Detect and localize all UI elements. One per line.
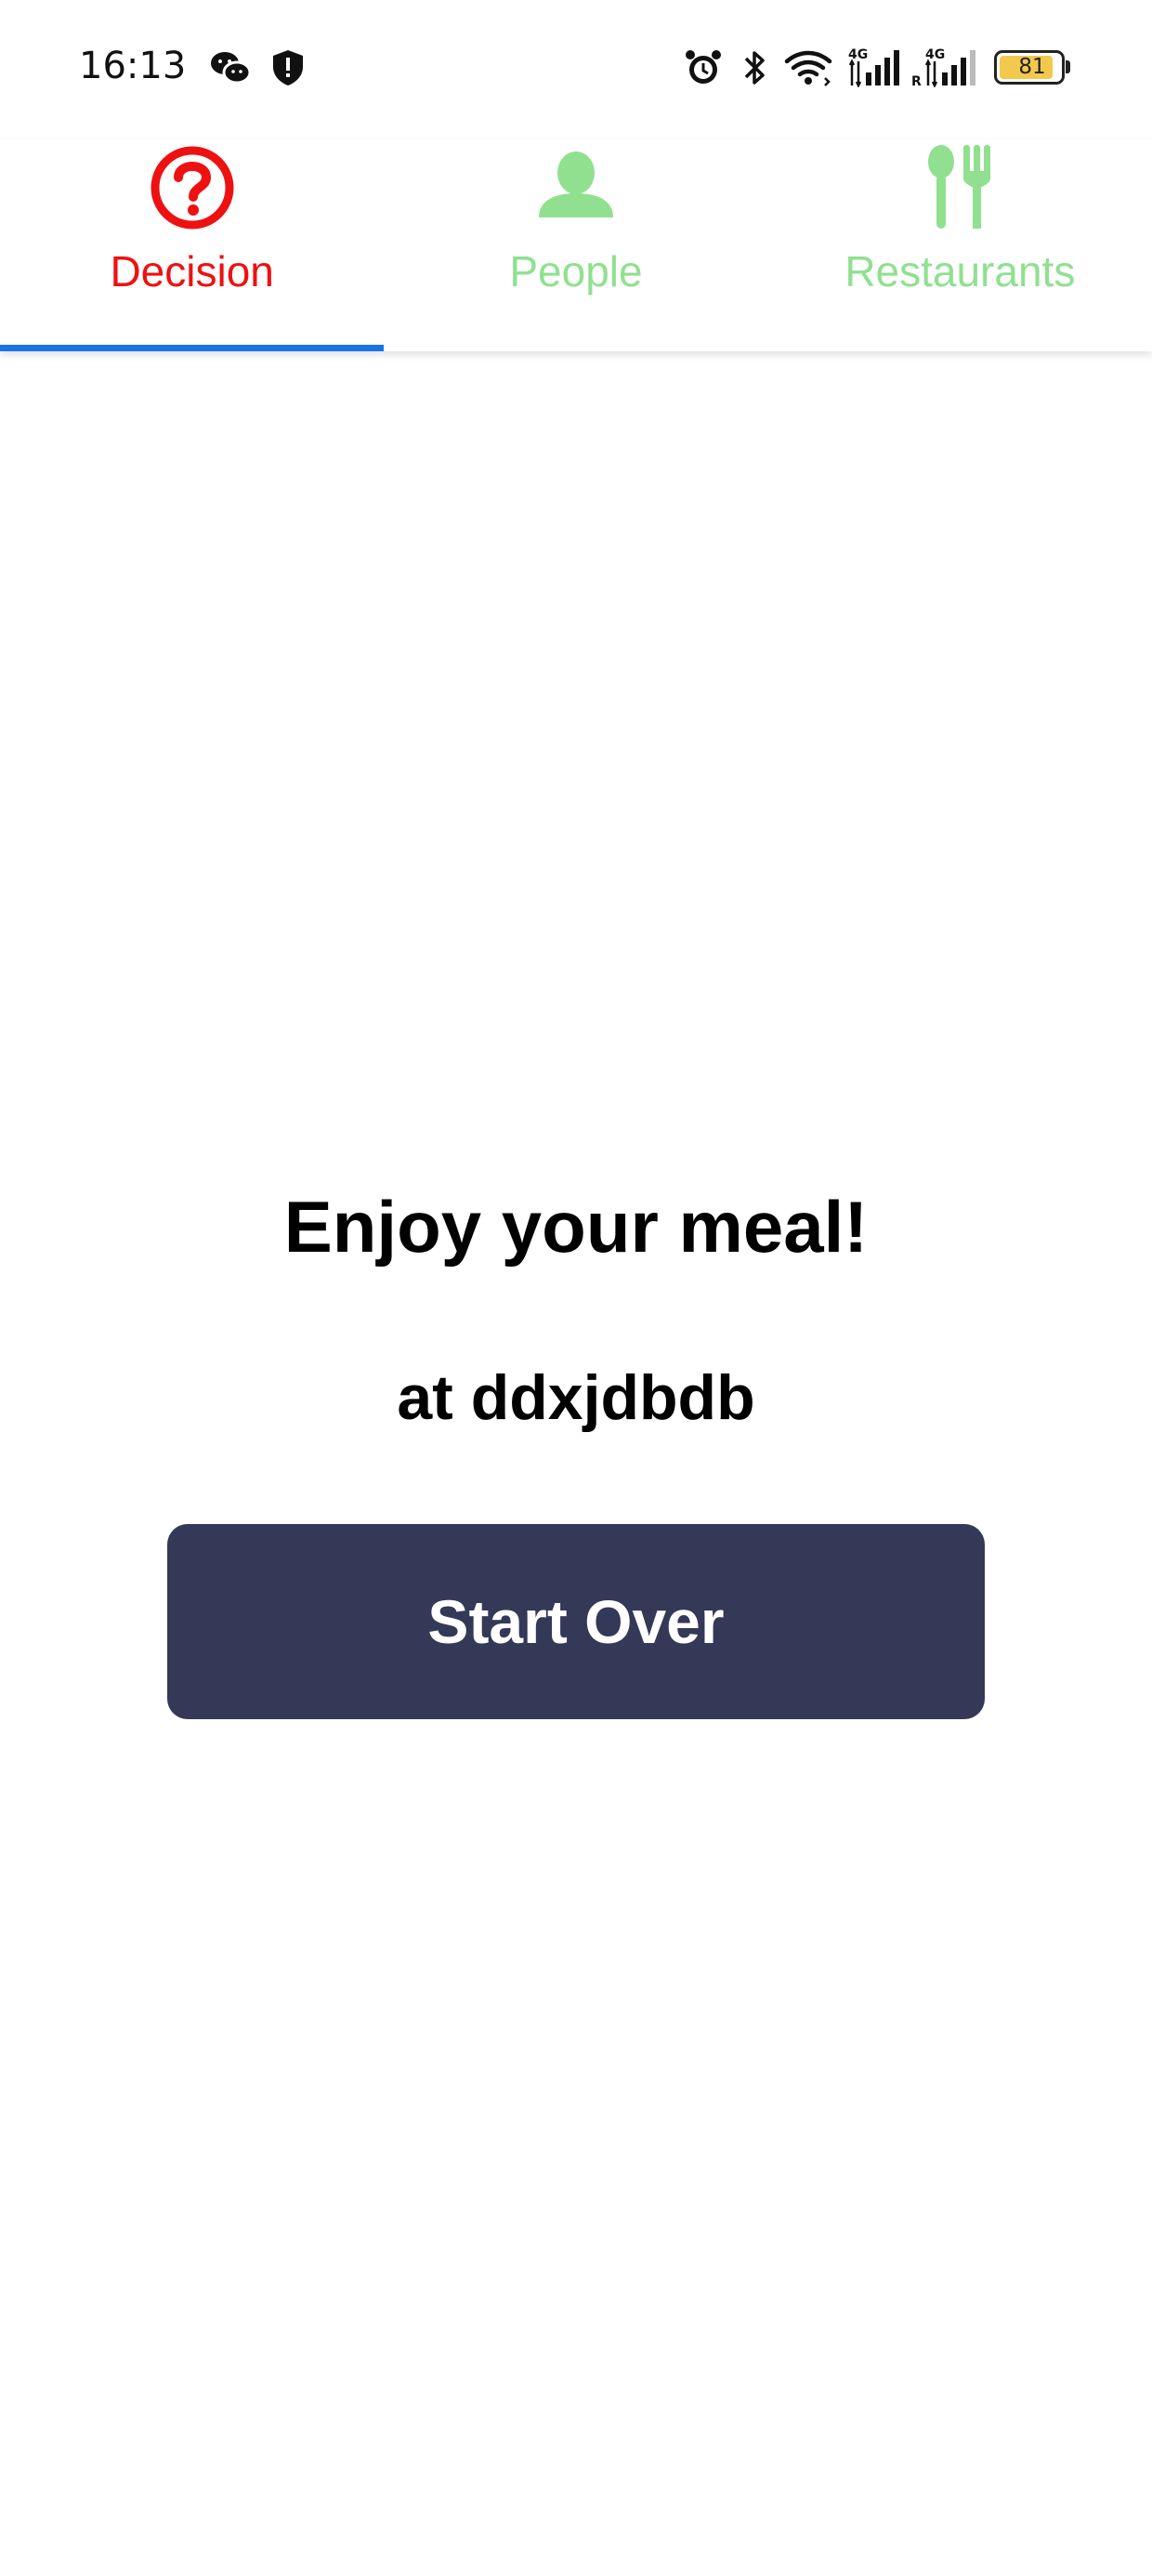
alarm-icon (686, 50, 721, 84)
battery-icon: 81 (994, 50, 1070, 85)
bluetooth-icon (744, 51, 765, 85)
tab-label: People (509, 247, 643, 296)
tab-people[interactable]: People (384, 139, 767, 351)
tab-decision[interactable]: Decision (0, 139, 385, 351)
page-title: Enjoy your meal! (283, 1186, 869, 1268)
person-icon (538, 151, 613, 217)
tab-label: Restaurants (844, 247, 1076, 296)
utensils-icon (928, 145, 991, 229)
signal-4g-roaming-icon: R 4G (911, 47, 975, 87)
tab-restaurants[interactable]: Restaurants (768, 139, 1152, 351)
wechat-icon (211, 52, 252, 85)
decision-result-panel: Enjoy your meal! at ddxjdbdb Start Over (0, 351, 1152, 2576)
start-over-button[interactable]: Start Over (167, 1524, 985, 1719)
status-bar: 16:13 4G R 4G 81 (0, 0, 1152, 139)
battery-level: 81 (1018, 55, 1046, 79)
signal-4g-icon: 4G (848, 47, 899, 87)
wifi-icon (784, 50, 832, 86)
status-time: 16:13 (79, 45, 187, 87)
svg-text:R: R (911, 74, 922, 87)
svg-text:4G: 4G (848, 47, 868, 62)
shield-icon (273, 50, 303, 85)
question-circle-icon (151, 146, 234, 230)
tab-bar: Decision People Restaurants (0, 139, 1152, 351)
active-tab-indicator (0, 345, 385, 351)
restaurant-name: at ddxjdbdb (397, 1362, 755, 1433)
tab-label: Decision (110, 247, 274, 296)
